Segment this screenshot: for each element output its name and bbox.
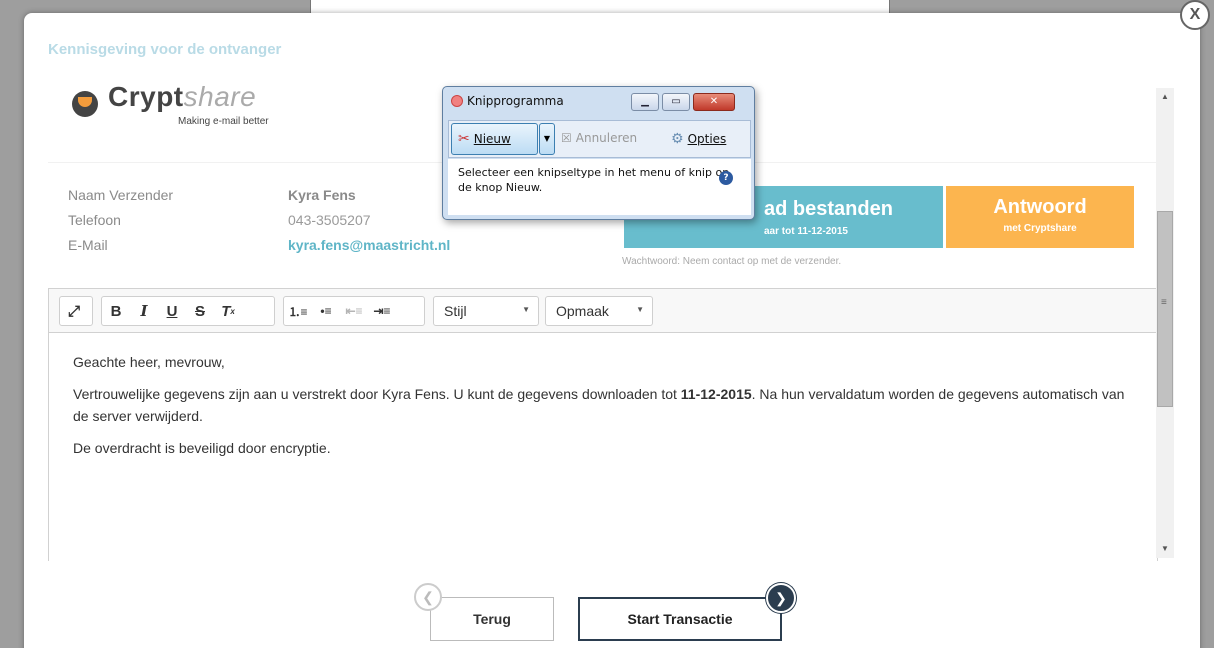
help-icon[interactable]: ? <box>719 171 733 185</box>
password-note: Wachtwoord: Neem contact op met de verze… <box>622 256 842 267</box>
options-button[interactable]: ⚙ Opties <box>671 131 726 147</box>
sender-phone-value: 043-3505207 <box>288 212 371 228</box>
body-text-before: Vertrouwelijke gegevens zijn aan u verst… <box>73 386 681 402</box>
logo-thin-text: share <box>183 83 257 112</box>
logo-bold-text: Crypt <box>108 83 184 112</box>
expiry-date: 11-12-2015 <box>680 386 752 402</box>
style-dropdown[interactable]: Stijl ▼ <box>433 296 539 326</box>
snipping-tool-window: Knipprogramma ▁ ▭ ✕ ✂ Nieuw ▼ ☒ Annulere… <box>442 86 755 220</box>
italic-icon[interactable]: I <box>130 297 158 325</box>
new-snip-label: Nieuw <box>473 132 511 146</box>
content-scrollbar[interactable]: ▲ ≡ ▼ <box>1156 88 1174 558</box>
maximize-button[interactable]: ▭ <box>662 93 690 111</box>
cancel-snip-label: Annuleren <box>575 131 638 145</box>
bulleted-list-icon[interactable]: •≡ <box>312 297 340 325</box>
modal-title: Kennisgeving voor de ontvanger <box>48 41 282 58</box>
chevron-down-icon: ▼ <box>636 305 644 314</box>
sender-phone-label: Telefoon <box>68 212 121 228</box>
background-page-strip <box>310 0 890 14</box>
scroll-thumb[interactable]: ≡ <box>1157 211 1173 407</box>
back-arrow-icon[interactable]: ❮ <box>414 583 442 611</box>
list-group: ⒈≡ •≡ ⇤≡ ⇥≡ <box>283 296 425 326</box>
scissors-icon <box>451 95 463 107</box>
underline-icon[interactable]: U <box>158 297 186 325</box>
style-dropdown-label: Stijl <box>444 303 467 319</box>
download-button-title: ad bestanden <box>764 198 893 220</box>
snipping-tool-message: Selecteer een knipseltype in het menu of… <box>448 159 751 215</box>
minimize-button[interactable]: ▁ <box>631 93 659 111</box>
sender-name-value: Kyra Fens <box>288 187 356 203</box>
scroll-down-icon[interactable]: ▼ <box>1156 540 1174 558</box>
logo-tagline: Making e-mail better <box>178 116 269 127</box>
snipping-tool-title: Knipprogramma <box>467 94 564 108</box>
close-modal-button[interactable]: X <box>1180 0 1210 30</box>
answer-button-title: Antwoord <box>993 196 1087 218</box>
gear-icon: ⚙ <box>671 131 684 147</box>
sender-email-link[interactable]: kyra.fens@maastricht.nl <box>288 237 450 253</box>
window-close-button[interactable]: ✕ <box>693 93 735 111</box>
options-label: Opties <box>687 132 727 146</box>
snipping-toolbar: ✂ Nieuw ▼ ☒ Annuleren ⚙ Opties <box>448 120 751 158</box>
sender-name-label: Naam Verzender <box>68 187 174 203</box>
scissors-icon: ✂ <box>458 131 470 147</box>
encryption-paragraph: De overdracht is beveiligd door encrypti… <box>73 440 331 456</box>
download-button-subtitle: aar tot 11-12-2015 <box>764 226 848 237</box>
outdent-icon[interactable]: ⇤≡ <box>340 297 368 325</box>
new-snip-button[interactable]: ✂ Nieuw <box>451 123 538 155</box>
format-dropdown-label: Opmaak <box>556 303 609 319</box>
maximize-icon[interactable]: ⤢ <box>60 297 88 325</box>
cancel-snip-button[interactable]: ☒ Annuleren <box>561 131 637 145</box>
answer-button-subtitle: met Cryptshare <box>1003 223 1077 234</box>
chevron-down-icon: ▼ <box>522 305 530 314</box>
remove-format-icon[interactable]: Tx <box>214 297 242 325</box>
start-transaction-button[interactable]: Start Transactie <box>578 597 782 641</box>
maximize-group: ⤢ <box>59 296 93 326</box>
format-group: B I U S Tx <box>101 296 275 326</box>
bold-icon[interactable]: B <box>102 297 130 325</box>
scroll-grip-icon: ≡ <box>1161 297 1167 308</box>
back-button[interactable]: Terug <box>430 597 554 641</box>
cryptshare-logo: Cryptshare <box>108 83 256 113</box>
new-snip-dropdown[interactable]: ▼ <box>539 123 555 155</box>
snipping-tool-titlebar: Knipprogramma <box>451 94 564 108</box>
cancel-icon: ☒ <box>561 131 572 145</box>
forward-arrow-icon[interactable]: ❯ <box>766 583 796 613</box>
body-paragraph: Vertrouwelijke gegevens zijn aan u verst… <box>73 383 1133 427</box>
format-dropdown[interactable]: Opmaak ▼ <box>545 296 653 326</box>
greeting-paragraph: Geachte heer, mevrouw, <box>73 354 225 370</box>
answer-button[interactable]: Antwoord met Cryptshare <box>946 186 1134 248</box>
cryptshare-logo-icon <box>72 91 98 117</box>
numbered-list-icon[interactable]: ⒈≡ <box>284 297 312 325</box>
strikethrough-icon[interactable]: S <box>186 297 214 325</box>
editor-content[interactable]: Geachte heer, mevrouw, Vertrouwelijke ge… <box>49 333 1157 487</box>
indent-icon[interactable]: ⇥≡ <box>368 297 396 325</box>
editor-toolbar: ⤢ B I U S Tx ⒈≡ •≡ ⇤≡ ⇥≡ Stijl ▼ Opmaak … <box>49 289 1157 333</box>
scroll-up-icon[interactable]: ▲ <box>1156 88 1174 106</box>
message-editor: ⤢ B I U S Tx ⒈≡ •≡ ⇤≡ ⇥≡ Stijl ▼ Opmaak … <box>48 288 1158 561</box>
sender-email-label: E-Mail <box>68 237 108 253</box>
